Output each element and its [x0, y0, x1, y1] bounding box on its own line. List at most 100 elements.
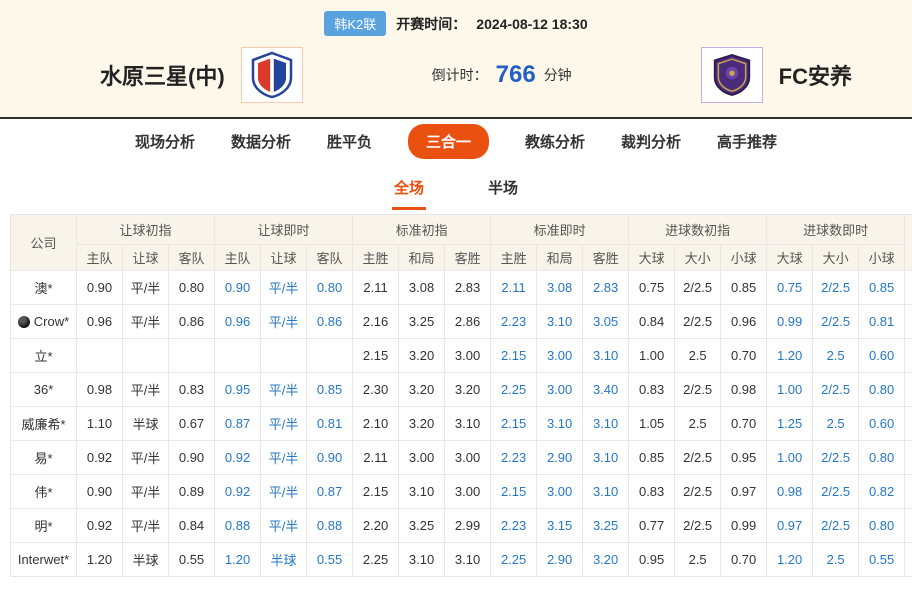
live-odds-cell[interactable]: 0.90	[215, 271, 261, 305]
company-cell[interactable]: Crow*	[11, 305, 77, 339]
live-odds-cell[interactable]: 0.99	[767, 305, 813, 339]
live-odds-cell[interactable]: 平/半	[261, 373, 307, 407]
live-odds-cell[interactable]: 0.60	[859, 339, 905, 373]
company-cell[interactable]: 明*	[11, 509, 77, 543]
live-odds-cell[interactable]: 2/2.5	[813, 373, 859, 407]
live-odds-cell[interactable]: 3.40	[583, 373, 629, 407]
live-odds-cell[interactable]: 2/2.5	[813, 441, 859, 475]
live-odds-cell[interactable]: 0.87	[307, 475, 353, 509]
live-odds-cell[interactable]: 3.10	[537, 305, 583, 339]
live-odds-cell[interactable]: 3.10	[583, 339, 629, 373]
live-odds-cell[interactable]: 3.00	[537, 339, 583, 373]
live-odds-cell[interactable]: 3.10	[583, 475, 629, 509]
company-cell[interactable]: 澳*	[11, 271, 77, 305]
subtab-1[interactable]: 全场	[392, 177, 426, 210]
live-odds-cell[interactable]: 0.85	[307, 373, 353, 407]
nav-tab-6[interactable]: 裁判分析	[621, 131, 681, 152]
live-odds-cell[interactable]: 3.10	[583, 441, 629, 475]
live-odds-cell[interactable]: 0.88	[307, 509, 353, 543]
live-odds-cell[interactable]: 2.5	[813, 543, 859, 577]
live-odds-cell[interactable]: 0.80	[307, 271, 353, 305]
live-odds-cell[interactable]: 1.00	[767, 441, 813, 475]
live-odds-cell[interactable]: 2/2.5	[813, 305, 859, 339]
live-odds-cell[interactable]: 3.05	[583, 305, 629, 339]
live-odds-cell[interactable]: 0.55	[859, 543, 905, 577]
nav-tab-5[interactable]: 教练分析	[525, 131, 585, 152]
live-odds-cell[interactable]: 0.80	[859, 509, 905, 543]
live-odds-cell[interactable]: 0.92	[215, 475, 261, 509]
live-odds-cell[interactable]: 0.98	[767, 475, 813, 509]
live-odds-cell[interactable]: 3.00	[537, 373, 583, 407]
live-odds-cell[interactable]: 2/2.5	[813, 509, 859, 543]
live-odds-cell[interactable]: 2.25	[491, 543, 537, 577]
live-odds-cell[interactable]: 2.25	[491, 373, 537, 407]
live-odds-cell[interactable]: 1.20	[767, 339, 813, 373]
company-cell[interactable]: 36*	[11, 373, 77, 407]
live-odds-cell[interactable]: 0.60	[859, 407, 905, 441]
live-odds-cell[interactable]: 1.20	[215, 543, 261, 577]
live-odds-cell[interactable]: 2.11	[491, 271, 537, 305]
live-odds-cell[interactable]: 2.15	[491, 339, 537, 373]
live-odds-cell[interactable]: 0.81	[307, 407, 353, 441]
live-odds-cell[interactable]: 3.00	[537, 475, 583, 509]
live-odds-cell[interactable]: 2.5	[813, 339, 859, 373]
live-odds-cell[interactable]: 1.00	[767, 373, 813, 407]
live-odds-cell[interactable]: 平/半	[261, 509, 307, 543]
live-odds-cell[interactable]: 2.23	[491, 305, 537, 339]
live-odds-cell[interactable]: 2/2.5	[813, 475, 859, 509]
live-odds-cell[interactable]	[261, 339, 307, 373]
live-odds-cell[interactable]: 平/半	[261, 305, 307, 339]
live-odds-cell[interactable]: 平/半	[261, 475, 307, 509]
live-odds-cell[interactable]: 0.87	[215, 407, 261, 441]
live-odds-cell[interactable]: 0.55	[307, 543, 353, 577]
live-odds-cell[interactable]: 2.90	[537, 441, 583, 475]
live-odds-cell[interactable]: 2.90	[537, 543, 583, 577]
live-odds-cell[interactable]: 0.97	[767, 509, 813, 543]
live-odds-cell[interactable]: 1.20	[767, 543, 813, 577]
live-odds-cell[interactable]: 0.75	[767, 271, 813, 305]
live-odds-cell[interactable]	[215, 339, 261, 373]
live-odds-cell[interactable]: 1.25	[767, 407, 813, 441]
live-odds-cell[interactable]: 2.15	[491, 475, 537, 509]
live-odds-cell[interactable]: 3.10	[583, 407, 629, 441]
live-odds-cell[interactable]: 0.80	[859, 373, 905, 407]
live-odds-cell[interactable]: 0.96	[215, 305, 261, 339]
live-odds-cell[interactable]: 2.83	[583, 271, 629, 305]
live-odds-cell[interactable]: 2.23	[491, 509, 537, 543]
live-odds-cell[interactable]: 3.10	[537, 407, 583, 441]
live-odds-cell[interactable]: 平/半	[261, 441, 307, 475]
nav-tab-2[interactable]: 数据分析	[231, 131, 291, 152]
company-cell[interactable]: 易*	[11, 441, 77, 475]
live-odds-cell[interactable]: 平/半	[261, 271, 307, 305]
live-odds-cell[interactable]: 平/半	[261, 407, 307, 441]
subtab-2[interactable]: 半场	[486, 177, 520, 210]
company-cell[interactable]: 伟*	[11, 475, 77, 509]
live-odds-cell[interactable]: 0.80	[859, 441, 905, 475]
live-odds-cell[interactable]: 2/2.5	[813, 271, 859, 305]
live-odds-cell[interactable]: 0.86	[307, 305, 353, 339]
company-cell[interactable]: 立*	[11, 339, 77, 373]
live-odds-cell[interactable]: 0.82	[859, 475, 905, 509]
nav-tab-7[interactable]: 高手推荐	[717, 131, 777, 152]
live-odds-cell[interactable]: 3.25	[583, 509, 629, 543]
live-odds-cell[interactable]: 0.90	[307, 441, 353, 475]
league-badge[interactable]: 韩K2联	[324, 11, 386, 36]
live-odds-cell[interactable]	[307, 339, 353, 373]
live-odds-cell[interactable]: 0.95	[215, 373, 261, 407]
live-odds-cell[interactable]: 0.85	[859, 271, 905, 305]
live-odds-cell[interactable]: 2.23	[491, 441, 537, 475]
company-cell[interactable]: 威廉希*	[11, 407, 77, 441]
live-odds-cell[interactable]: 2.5	[813, 407, 859, 441]
live-odds-cell[interactable]: 3.08	[537, 271, 583, 305]
live-odds-cell[interactable]: 3.20	[583, 543, 629, 577]
company-cell[interactable]: Interwet*	[11, 543, 77, 577]
live-odds-cell[interactable]: 0.81	[859, 305, 905, 339]
live-odds-cell[interactable]: 3.15	[537, 509, 583, 543]
live-odds-cell[interactable]: 2.15	[491, 407, 537, 441]
live-odds-cell[interactable]: 半球	[261, 543, 307, 577]
nav-tab-4[interactable]: 三合一	[408, 124, 489, 159]
nav-tab-3[interactable]: 胜平负	[327, 131, 372, 152]
nav-tab-1[interactable]: 现场分析	[135, 131, 195, 152]
live-odds-cell[interactable]: 0.88	[215, 509, 261, 543]
live-odds-cell[interactable]: 0.92	[215, 441, 261, 475]
